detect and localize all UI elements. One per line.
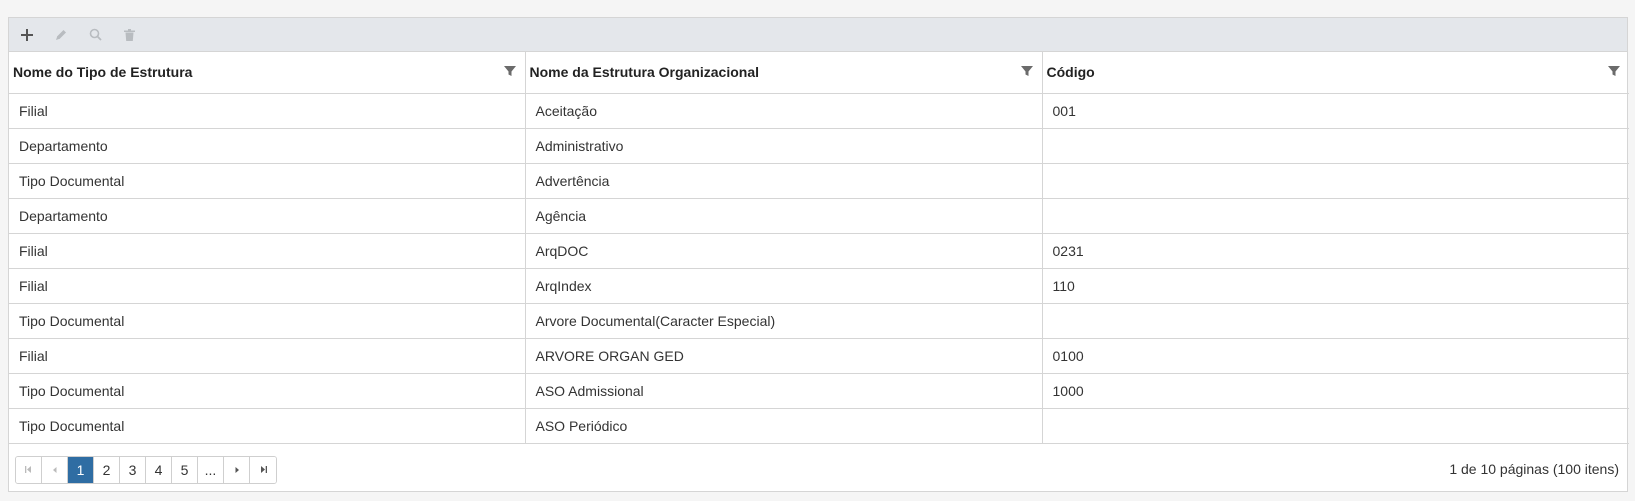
table-row[interactable]: Departamento Administrativo: [9, 128, 1629, 164]
cell-estrutura-organizacional: Administrativo: [525, 128, 1043, 164]
table-row[interactable]: Tipo Documental Arvore Documental(Caract…: [9, 303, 1629, 339]
table-row[interactable]: Tipo Documental ASO Periódico: [9, 408, 1629, 444]
page-button-1[interactable]: 1: [68, 456, 94, 483]
search-button[interactable]: [85, 25, 105, 45]
last-page-button[interactable]: [250, 456, 276, 483]
cell-estrutura-organizacional: Advertência: [525, 163, 1043, 199]
cell-estrutura-organizacional: ASO Admissional: [525, 373, 1043, 409]
more-pages-button[interactable]: ...: [198, 456, 224, 483]
cell-tipo-estrutura: Filial: [9, 338, 526, 374]
cell-tipo-estrutura: Tipo Documental: [9, 163, 526, 199]
cell-codigo: [1042, 163, 1629, 199]
column-header-codigo[interactable]: Código: [1042, 52, 1629, 94]
cell-tipo-estrutura: Departamento: [9, 128, 526, 164]
chevron-left-icon: [52, 466, 56, 473]
page-button-2[interactable]: 2: [94, 456, 120, 483]
column-header-tipo-estrutura[interactable]: Nome do Tipo de Estrutura: [9, 52, 526, 94]
page-button-3[interactable]: 3: [120, 456, 146, 483]
previous-page-button[interactable]: [42, 456, 68, 483]
pager: 1 2 3 4 5 ... 1 de 10 páginas (100 itens…: [9, 444, 1627, 496]
table-row[interactable]: Tipo Documental Advertência: [9, 163, 1629, 199]
table-row[interactable]: Departamento Agência: [9, 198, 1629, 234]
page-button-4[interactable]: 4: [146, 456, 172, 483]
cell-codigo: 1000: [1042, 373, 1629, 409]
search-icon: [89, 28, 102, 41]
edit-button[interactable]: [51, 25, 71, 45]
delete-button[interactable]: [119, 25, 139, 45]
table-row[interactable]: Filial ArqDOC 0231: [9, 233, 1629, 269]
cell-tipo-estrutura: Tipo Documental: [9, 303, 526, 339]
cell-tipo-estrutura: Tipo Documental: [9, 408, 526, 444]
cell-estrutura-organizacional: Aceitação: [525, 93, 1043, 129]
pager-buttons: 1 2 3 4 5 ...: [15, 455, 277, 484]
table-row[interactable]: Filial ArqIndex 110: [9, 268, 1629, 304]
cell-tipo-estrutura: Filial: [9, 268, 526, 304]
trash-icon: [123, 28, 135, 41]
cell-tipo-estrutura: Tipo Documental: [9, 373, 526, 409]
cell-codigo: [1042, 128, 1629, 164]
cell-estrutura-organizacional: ArqIndex: [525, 268, 1043, 304]
table-row[interactable]: Filial Aceitação 001: [9, 93, 1629, 129]
next-page-button[interactable]: [224, 456, 250, 483]
cell-codigo: 001: [1042, 93, 1629, 129]
plus-icon: [21, 28, 33, 41]
cell-estrutura-organizacional: Arvore Documental(Caracter Especial): [525, 303, 1043, 339]
grid-table: Nome do Tipo de Estrutura Nome da Estrut…: [9, 52, 1629, 444]
column-header-label: Nome da Estrutura Organizacional: [529, 64, 760, 81]
cell-codigo: 0231: [1042, 233, 1629, 269]
cell-estrutura-organizacional: ArqDOC: [525, 233, 1043, 269]
pencil-icon: [56, 29, 66, 40]
first-page-icon: [25, 466, 31, 473]
data-grid: Nome do Tipo de Estrutura Nome da Estrut…: [8, 17, 1629, 492]
cell-tipo-estrutura: Departamento: [9, 198, 526, 234]
cell-estrutura-organizacional: Agência: [525, 198, 1043, 234]
grid-toolbar: [9, 18, 1627, 52]
page-button-5[interactable]: 5: [172, 456, 198, 483]
pager-info: 1 de 10 páginas (100 itens): [1449, 460, 1619, 477]
filter-icon[interactable]: [1607, 64, 1621, 78]
add-button[interactable]: [17, 25, 37, 45]
first-page-button[interactable]: [16, 456, 42, 483]
table-row[interactable]: Tipo Documental ASO Admissional 1000: [9, 373, 1629, 409]
cell-codigo: 0100: [1042, 338, 1629, 374]
column-header-estrutura-organizacional[interactable]: Nome da Estrutura Organizacional: [525, 52, 1043, 94]
cell-estrutura-organizacional: ASO Periódico: [525, 408, 1043, 444]
cell-codigo: [1042, 198, 1629, 234]
chevron-right-icon: [235, 466, 239, 473]
header-row: Nome do Tipo de Estrutura Nome da Estrut…: [9, 52, 1629, 94]
cell-codigo: 110: [1042, 268, 1629, 304]
cell-codigo: [1042, 408, 1629, 444]
filter-icon[interactable]: [503, 64, 517, 78]
cell-estrutura-organizacional: ARVORE ORGAN GED: [525, 338, 1043, 374]
cell-tipo-estrutura: Filial: [9, 93, 526, 129]
table-row[interactable]: Filial ARVORE ORGAN GED 0100: [9, 338, 1629, 374]
filter-icon[interactable]: [1020, 64, 1034, 78]
cell-codigo: [1042, 303, 1629, 339]
column-header-label: Código: [1046, 64, 1095, 81]
column-header-label: Nome do Tipo de Estrutura: [13, 64, 193, 81]
cell-tipo-estrutura: Filial: [9, 233, 526, 269]
last-page-icon: [260, 466, 267, 473]
